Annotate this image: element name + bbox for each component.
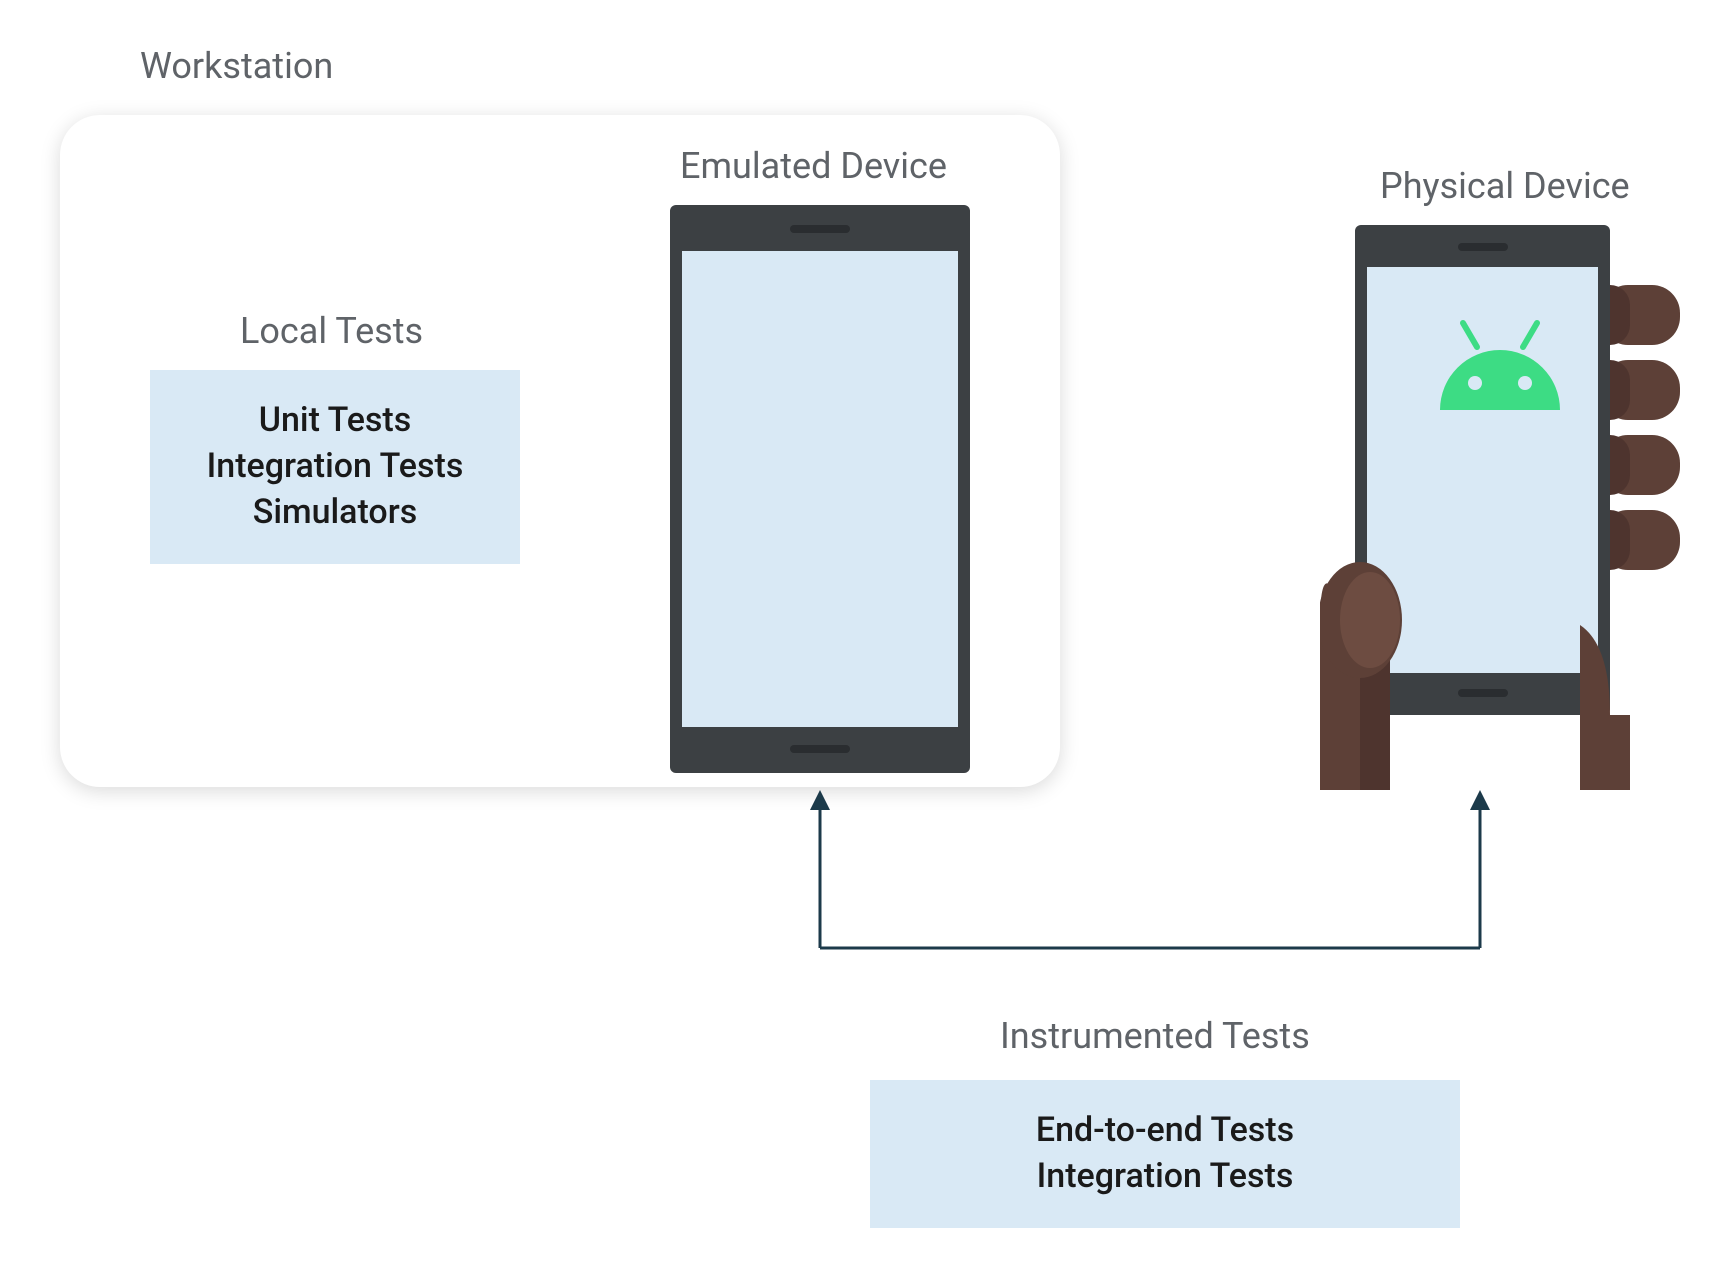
local-tests-label: Local Tests: [240, 310, 423, 352]
workstation-label: Workstation: [140, 45, 333, 87]
android-icon: [1425, 315, 1575, 425]
local-tests-box: Unit Tests Integration Tests Simulators: [150, 370, 520, 564]
instrumented-line2: Integration Tests: [890, 1154, 1440, 1200]
local-tests-line3: Simulators: [170, 490, 500, 536]
instrumented-tests-box: End-to-end Tests Integration Tests: [870, 1080, 1460, 1228]
instrumented-tests-label: Instrumented Tests: [1000, 1015, 1310, 1057]
local-tests-line2: Integration Tests: [170, 444, 500, 490]
instrumented-line1: End-to-end Tests: [890, 1108, 1440, 1154]
emulated-phone-icon: [670, 205, 970, 773]
emulated-device-label: Emulated Device: [680, 145, 947, 187]
physical-device-label: Physical Device: [1380, 165, 1630, 207]
connector-arrows-icon: [790, 788, 1510, 968]
local-tests-line1: Unit Tests: [170, 398, 500, 444]
physical-phone-with-hand-icon: [1320, 225, 1680, 790]
